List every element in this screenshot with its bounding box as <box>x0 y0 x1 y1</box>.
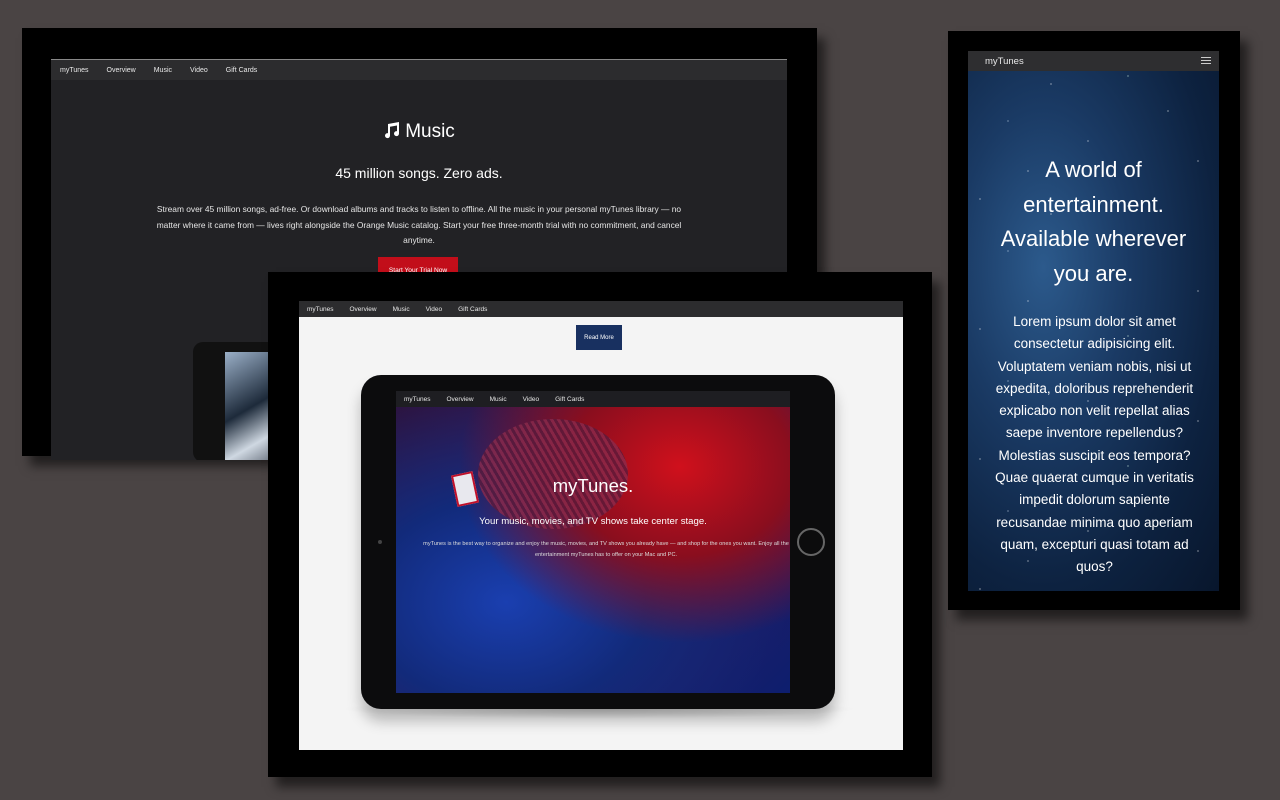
top-nav: myTunes Overview Music Video Gift Cards <box>299 301 903 317</box>
camera-icon <box>378 540 382 544</box>
tablet-mockup-frame: myTunes Overview Music Video Gift Cards … <box>268 272 932 777</box>
nav-brand[interactable]: myTunes <box>404 396 431 403</box>
mobile-nav: myTunes <box>968 51 1219 71</box>
nav-brand[interactable]: myTunes <box>307 306 334 313</box>
nav-item-music[interactable]: Music <box>393 306 410 313</box>
nav-item-gift-cards[interactable]: Gift Cards <box>226 67 258 74</box>
mobile-nav-brand[interactable]: myTunes <box>985 56 1024 67</box>
music-subtitle: 45 million songs. Zero ads. <box>335 165 503 181</box>
top-nav: myTunes Overview Music Video Gift Cards <box>51 60 787 80</box>
nav-item-gift-cards[interactable]: Gift Cards <box>555 396 584 403</box>
music-note-icon <box>385 122 400 139</box>
nav-item-video[interactable]: Video <box>523 396 540 403</box>
nav-item-video[interactable]: Video <box>426 306 443 313</box>
tablet-page-screen: myTunes Overview Music Video Gift Cards … <box>299 301 903 750</box>
home-button-icon <box>797 528 825 556</box>
nav-item-video[interactable]: Video <box>190 67 208 74</box>
mobile-screen: myTunes A world of entertainment. Availa… <box>968 51 1219 591</box>
mobile-mockup-frame: myTunes A world of entertainment. Availa… <box>948 31 1240 610</box>
music-description: Stream over 45 million songs, ad-free. O… <box>156 204 682 245</box>
ipad-device: myTunes Overview Music Video Gift Cards … <box>361 375 835 709</box>
nav-brand[interactable]: myTunes <box>60 67 89 74</box>
hero-body: myTunes is the best way to organize and … <box>423 541 789 558</box>
hero-subtitle: Your music, movies, and TV shows take ce… <box>479 516 707 527</box>
hamburger-menu-icon[interactable] <box>1201 55 1211 66</box>
ipad-screen: myTunes Overview Music Video Gift Cards … <box>396 391 790 693</box>
hero-title: myTunes. <box>552 475 634 496</box>
nav-item-music[interactable]: Music <box>490 396 507 403</box>
nav-item-overview[interactable]: Overview <box>107 67 136 74</box>
mobile-hero-title: A world of entertainment. Available wher… <box>1000 157 1187 286</box>
nav-item-music[interactable]: Music <box>154 67 172 74</box>
read-more-button[interactable]: Read More <box>576 325 622 350</box>
nav-item-overview[interactable]: Overview <box>350 306 377 313</box>
hero-photo-hair <box>478 419 628 529</box>
nav-item-gift-cards[interactable]: Gift Cards <box>458 306 487 313</box>
mobile-hero-body: Lorem ipsum dolor sit amet consectetur a… <box>995 314 1194 575</box>
ipad-nav: myTunes Overview Music Video Gift Cards <box>396 391 790 407</box>
music-heading: Music <box>51 121 787 143</box>
nav-item-overview[interactable]: Overview <box>447 396 474 403</box>
music-title: Music <box>405 121 455 142</box>
